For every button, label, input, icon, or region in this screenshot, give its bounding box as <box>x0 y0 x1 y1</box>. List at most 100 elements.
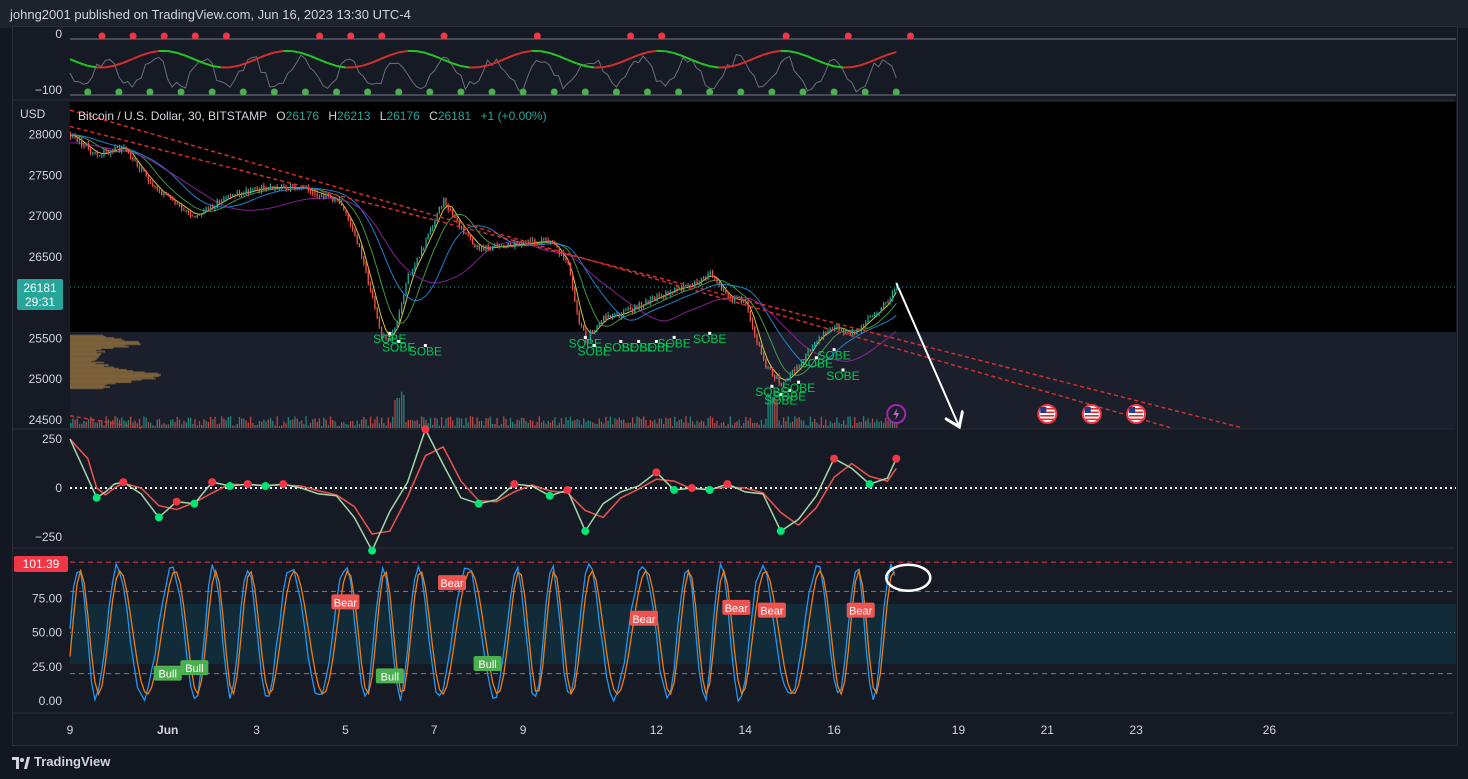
candle-body <box>76 137 78 143</box>
top-osc-dot <box>364 88 372 96</box>
volume-bar <box>369 416 372 428</box>
tradingview-logo[interactable]: TradingView <box>12 754 110 769</box>
volume-bar <box>281 425 283 428</box>
candle-body <box>127 150 130 154</box>
symbol-name: Bitcoin / U.S. Dollar, 30, BITSTAMP <box>78 109 267 123</box>
top-osc-signal-segment <box>833 65 844 69</box>
volume-bar <box>623 419 625 428</box>
candle-body <box>187 210 190 213</box>
volume-bar <box>340 422 343 428</box>
top-osc-signal-segment <box>522 49 533 54</box>
candle-body <box>763 353 765 360</box>
candle-body <box>247 189 249 194</box>
volume-bar <box>838 422 840 428</box>
volume-bar <box>765 418 767 428</box>
candle-body <box>729 297 731 299</box>
volume-bar <box>569 416 572 428</box>
volume-bar <box>785 421 787 428</box>
top-osc-dot <box>488 88 496 96</box>
volume-bar <box>700 420 703 428</box>
top-osc-dot <box>612 88 620 96</box>
chart-canvas[interactable]: 0 −100 28000 27500 27000 26500 25500 25000 2450… <box>0 0 1468 779</box>
volume-bar <box>589 421 592 428</box>
volume-bar <box>780 424 783 428</box>
volume-bar <box>276 416 278 428</box>
volume-bar <box>203 419 205 428</box>
volume-bar <box>618 417 620 428</box>
candle-body <box>229 195 232 198</box>
volume-bar <box>252 422 254 428</box>
candle-body <box>638 303 640 309</box>
candle-body <box>865 321 867 327</box>
bull-label: Bull <box>381 671 399 683</box>
candle-body <box>336 198 338 200</box>
volume-bar <box>580 424 583 428</box>
candle-body <box>492 247 494 251</box>
candle-body <box>845 330 847 334</box>
candle-body <box>427 233 429 240</box>
volume-bar <box>694 424 696 428</box>
us-flag-icon <box>1084 415 1099 417</box>
volume-bar <box>818 424 820 428</box>
volume-bar <box>631 417 634 428</box>
volume-bar <box>107 419 110 428</box>
candle-body <box>94 152 96 154</box>
candle-body <box>89 148 92 153</box>
top-osc-dot <box>658 32 666 40</box>
candle-body <box>694 281 696 287</box>
volume-bar <box>492 423 494 428</box>
candle-body <box>478 245 480 249</box>
candle-body <box>656 295 658 301</box>
candle-body <box>551 240 554 244</box>
candle-body <box>569 263 572 275</box>
candle-body <box>660 296 663 298</box>
candle-body <box>545 238 547 241</box>
candle-body <box>232 194 234 198</box>
volume-bar <box>409 419 412 428</box>
price-tick-label: 27500 <box>29 168 63 182</box>
top-osc-dot <box>426 88 434 96</box>
candle-body <box>261 185 263 192</box>
candle-body <box>72 135 74 138</box>
candle-body <box>438 206 441 213</box>
candle-body <box>109 150 112 154</box>
candle-body <box>338 198 341 204</box>
candle-body <box>623 311 625 315</box>
candle-body <box>327 193 329 197</box>
candle-body <box>209 206 212 210</box>
x-tick-label: 7 <box>431 723 438 737</box>
candle-body <box>414 265 416 270</box>
volume-bar <box>663 423 665 428</box>
volume-bar <box>874 422 876 428</box>
volume-bar <box>729 416 731 428</box>
candle-body <box>74 135 76 138</box>
candle-body <box>616 313 618 315</box>
candle-body <box>836 324 838 327</box>
top-osc-dot <box>239 88 247 96</box>
volume-bar <box>647 425 649 428</box>
volume-bar <box>782 417 785 428</box>
mid-osc-dot <box>563 485 572 494</box>
candle-body <box>352 226 354 231</box>
volume-bar <box>882 422 885 428</box>
candle-body <box>871 316 874 318</box>
volume-bar <box>103 425 105 428</box>
volume-bar <box>196 425 198 428</box>
volume-bar <box>289 419 292 428</box>
candle-body <box>96 152 98 156</box>
candle-body <box>167 193 170 196</box>
candle-body <box>238 192 241 196</box>
candle-body <box>627 307 629 310</box>
candle-body <box>118 147 121 151</box>
volume-bar <box>229 416 232 428</box>
volume-bar <box>320 425 323 428</box>
volume-bar <box>154 425 156 428</box>
candle-body <box>332 197 334 202</box>
bear-label: Bear <box>725 603 749 615</box>
candle-body <box>554 243 556 245</box>
candle-body <box>221 201 223 204</box>
candle-body <box>700 277 703 284</box>
candle-body <box>249 190 252 194</box>
candle-body <box>774 375 776 379</box>
x-tick-label: 21 <box>1041 723 1055 737</box>
